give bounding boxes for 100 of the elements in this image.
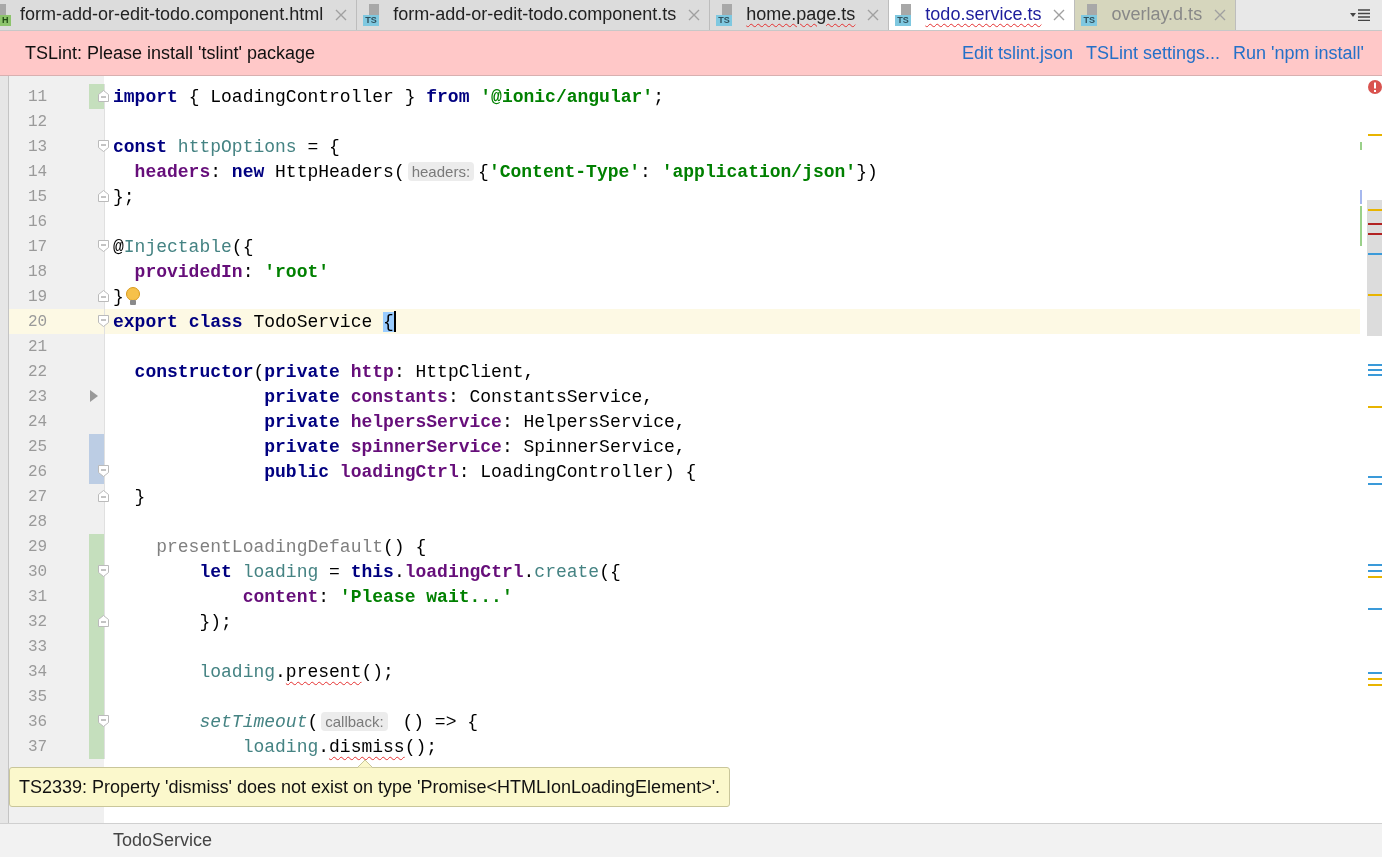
file-tab[interactable]: TS form-add-or-edit-todo.component.ts bbox=[357, 0, 711, 30]
line-number: 25 bbox=[27, 437, 48, 456]
fold-icon[interactable] bbox=[98, 90, 109, 102]
line-number: 18 bbox=[27, 262, 48, 281]
identifier-token: create bbox=[534, 561, 600, 582]
code-text: ({ bbox=[599, 561, 621, 582]
gutter-arrow-icon[interactable] bbox=[90, 390, 98, 402]
fold-icon[interactable] bbox=[98, 290, 109, 302]
file-tab[interactable]: TS overlay.d.ts bbox=[1075, 0, 1237, 30]
file-tab[interactable]: TS home.page.ts bbox=[710, 0, 890, 30]
code-text: }; bbox=[113, 186, 135, 207]
keyword-token: constructor bbox=[134, 361, 254, 382]
keyword-token: new bbox=[231, 161, 265, 182]
line-number: 31 bbox=[27, 587, 48, 606]
code-text: () => { bbox=[402, 711, 479, 732]
line-number: 29 bbox=[27, 537, 48, 556]
fold-icon[interactable] bbox=[98, 615, 109, 627]
property-token: providedIn bbox=[134, 261, 243, 282]
code-text: } bbox=[113, 286, 124, 307]
identifier-token: loading bbox=[242, 561, 319, 582]
code-text: @ bbox=[113, 236, 124, 257]
code-text: HttpHeaders( bbox=[275, 161, 405, 182]
code-text: (); bbox=[361, 661, 394, 682]
fold-icon[interactable] bbox=[98, 565, 109, 577]
code-text: : HttpClient, bbox=[393, 361, 535, 382]
keyword-token: this bbox=[350, 561, 394, 582]
keyword-token: private bbox=[264, 411, 340, 432]
tooltip-pointer bbox=[357, 759, 373, 768]
property-token: spinnerService bbox=[350, 436, 502, 457]
line-number: 19 bbox=[27, 287, 48, 306]
code-text: : HelpersService, bbox=[501, 411, 686, 432]
keyword-token: public bbox=[264, 461, 330, 482]
code-text: . bbox=[318, 736, 330, 757]
code-text: = { bbox=[307, 136, 340, 157]
function-token: setTimeout bbox=[199, 711, 308, 732]
property-token: helpersService bbox=[350, 411, 502, 432]
line-number: 24 bbox=[27, 412, 48, 431]
error-token: dismiss bbox=[329, 736, 405, 757]
close-icon[interactable] bbox=[688, 9, 701, 21]
line-number: 12 bbox=[27, 112, 48, 131]
code-text: . bbox=[523, 561, 535, 582]
keyword-token: let bbox=[199, 561, 232, 582]
file-tab[interactable]: H form-add-or-edit-todo.component.html bbox=[0, 0, 358, 30]
tab-label: todo.service.ts bbox=[925, 3, 1042, 26]
error-token: present bbox=[285, 661, 362, 682]
code-text: : LoadingController) { bbox=[458, 461, 697, 482]
unused-identifier: presentLoadingDefault bbox=[156, 536, 384, 557]
code-text: : bbox=[242, 261, 255, 282]
code-text: . bbox=[275, 661, 286, 682]
error-icon[interactable] bbox=[1368, 80, 1382, 94]
code-text: ( bbox=[253, 361, 265, 382]
fold-icon[interactable] bbox=[98, 140, 109, 152]
fold-icon[interactable] bbox=[98, 490, 109, 502]
line-number: 13 bbox=[27, 137, 48, 156]
tab-label: overlay.d.ts bbox=[1111, 3, 1203, 26]
property-token: http bbox=[350, 361, 394, 382]
keyword-token: const bbox=[113, 136, 167, 157]
code-text: : SpinnerService, bbox=[501, 436, 686, 457]
line-number: 20 bbox=[27, 312, 48, 331]
keyword-token: export bbox=[113, 311, 178, 332]
line-number: 26 bbox=[27, 462, 48, 481]
line-number: 23 bbox=[27, 387, 48, 406]
string-token: 'root' bbox=[264, 261, 330, 282]
breadcrumb-item[interactable]: TodoService bbox=[113, 830, 213, 851]
line-number: 30 bbox=[27, 562, 48, 581]
line-number: 15 bbox=[27, 187, 48, 206]
keyword-token: class bbox=[188, 311, 243, 332]
line-number: 33 bbox=[27, 637, 48, 656]
code-text: } bbox=[134, 486, 146, 507]
file-tab[interactable]: TS todo.service.ts bbox=[889, 0, 1076, 30]
code-text: { bbox=[478, 161, 489, 182]
fold-icon[interactable] bbox=[98, 315, 109, 327]
tab-label: form-add-or-edit-todo.component.html bbox=[20, 3, 324, 26]
line-number: 28 bbox=[27, 512, 48, 531]
code-text: ({ bbox=[231, 236, 254, 257]
close-icon[interactable] bbox=[1053, 9, 1066, 21]
close-icon[interactable] bbox=[335, 9, 348, 21]
line-number: 14 bbox=[27, 162, 48, 181]
error-tooltip: TS2339: Property 'dismiss' does not exist on type 'Promise<HTMLIonLoadingElement>'. bbox=[9, 767, 731, 807]
fold-icon[interactable] bbox=[98, 190, 109, 202]
line-number: 17 bbox=[27, 237, 48, 256]
fold-icon[interactable] bbox=[98, 715, 109, 727]
fold-icon[interactable] bbox=[98, 240, 109, 252]
code-text: (); bbox=[404, 736, 438, 757]
tab-label: form-add-or-edit-todo.component.ts bbox=[393, 3, 677, 26]
code-text: () { bbox=[383, 536, 427, 557]
lightbulb-icon[interactable] bbox=[124, 286, 141, 307]
identifier-token: httpOptions bbox=[177, 136, 297, 157]
close-icon[interactable] bbox=[867, 9, 880, 21]
identifier-token: loading bbox=[242, 736, 319, 757]
keyword-token: private bbox=[264, 436, 340, 457]
code-text: : bbox=[318, 586, 331, 607]
line-number: 16 bbox=[27, 212, 48, 231]
code-text: }) bbox=[856, 161, 878, 182]
line-number: 27 bbox=[27, 487, 48, 506]
identifier-token: Injectable bbox=[123, 236, 232, 257]
line-number: 21 bbox=[27, 337, 48, 356]
close-icon[interactable] bbox=[1214, 9, 1227, 21]
fold-icon[interactable] bbox=[98, 465, 109, 477]
tab-list-icon[interactable] bbox=[1350, 9, 1370, 21]
